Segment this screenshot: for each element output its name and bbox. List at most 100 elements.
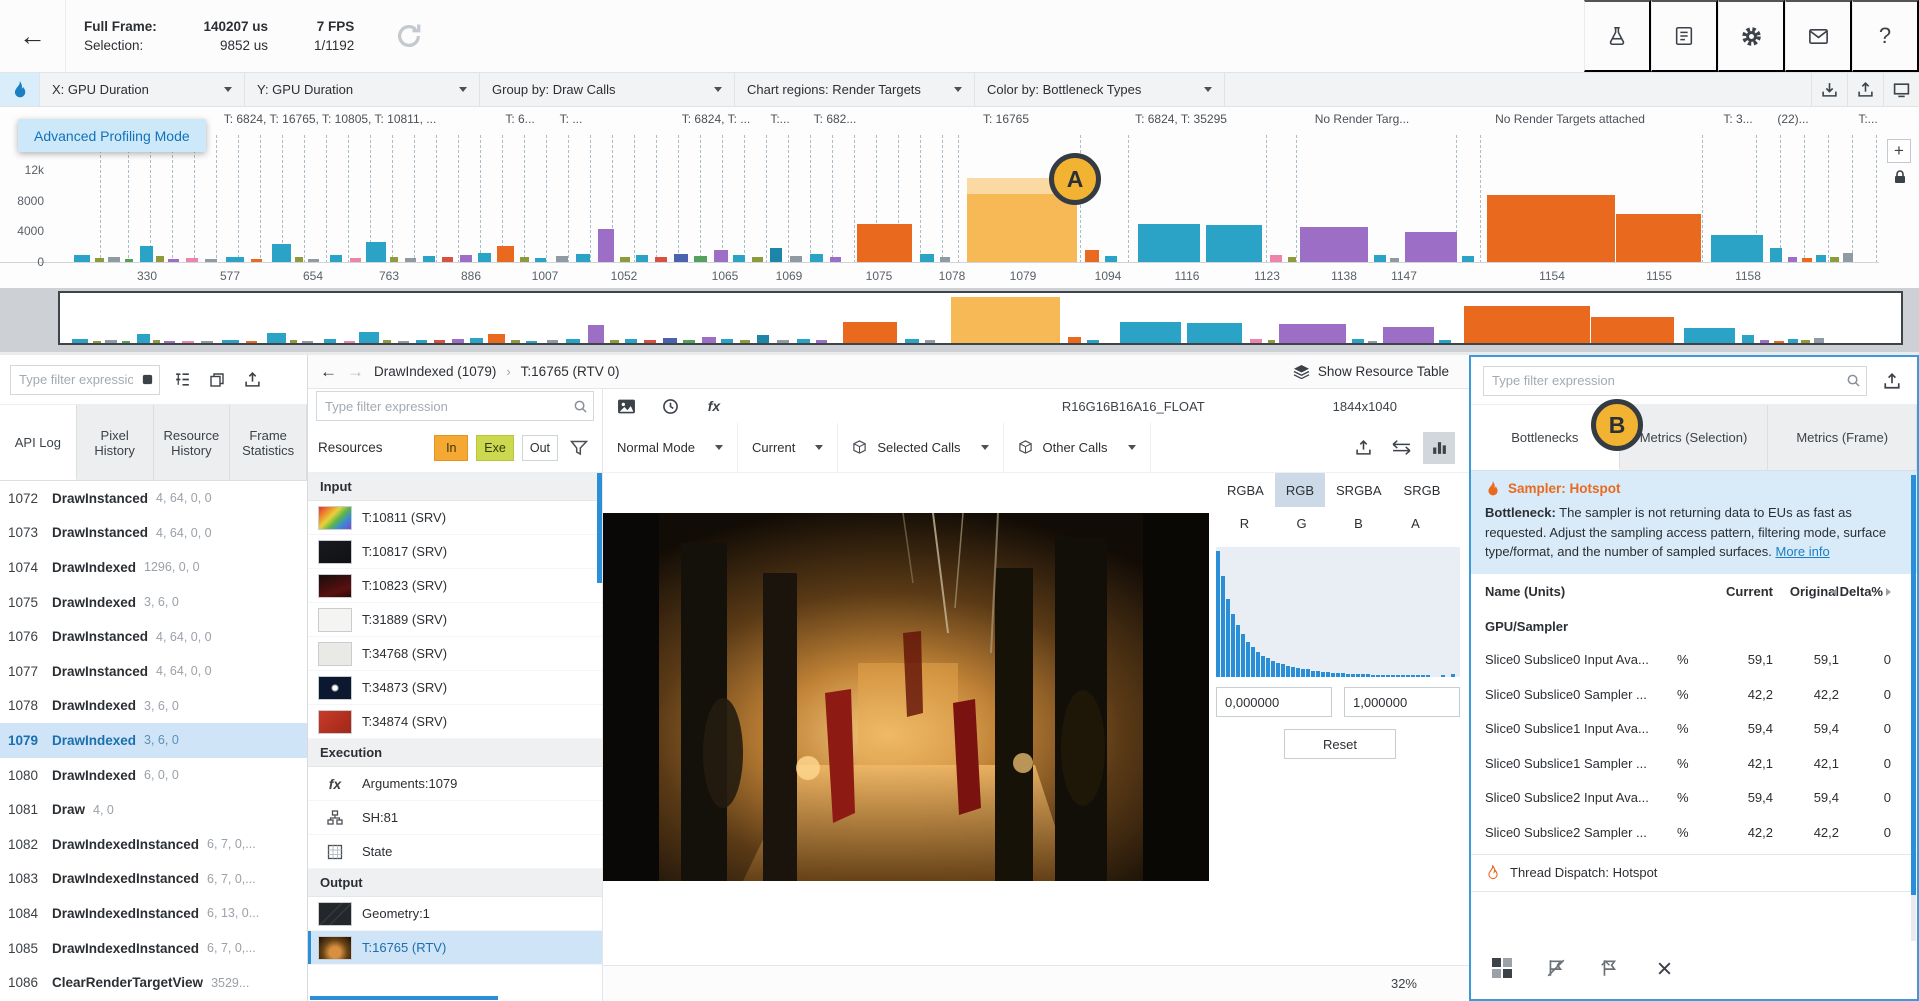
chart-bar[interactable] [733,255,745,262]
api-log-row[interactable]: 1072DrawInstanced4, 64, 0, 0 [0,481,307,516]
channel-a[interactable]: A [1387,507,1444,539]
breadcrumb-target[interactable]: T:16765 (RTV 0) [521,364,620,379]
api-log-row[interactable]: 1082DrawIndexedInstanced6, 7, 0,... [0,827,307,862]
chart-bar[interactable] [442,257,453,262]
more-info-link[interactable]: More info [1775,544,1829,559]
metric-row[interactable]: Slice0 Subslice0 Sampler ...%42,242,20 [1471,677,1917,712]
filter-funnel-icon[interactable] [566,435,592,461]
api-log-row[interactable]: 1080DrawIndexed6, 0, 0 [0,758,307,793]
metric-row[interactable]: Slice0 Subslice0 Input Ava...%59,159,10 [1471,643,1917,678]
copy-icon[interactable] [204,367,230,393]
chart-bar[interactable] [95,258,104,262]
resource-item[interactable]: fxArguments:1079 [308,767,602,801]
chart-bar[interactable] [478,253,491,262]
chart-bar[interactable] [226,257,244,262]
col-delta[interactable]: Delta% [1839,584,1891,599]
chart-bar[interactable] [857,224,912,262]
chart-bar[interactable] [576,254,590,262]
channel-r[interactable]: R [1216,507,1273,539]
chart-bar[interactable] [1487,195,1615,262]
chart-bar[interactable] [714,250,728,262]
chart-bar[interactable] [1405,232,1457,262]
chart-bar[interactable] [1138,224,1200,262]
api-log-row[interactable]: 1085DrawIndexedInstanced6, 7, 0,... [0,931,307,966]
chart-bar[interactable] [1788,257,1797,262]
color-by-dropdown[interactable]: Color by: Bottleneck Types [975,73,1225,106]
chart-bar[interactable] [140,246,153,262]
experiments-icon[interactable] [1584,0,1651,72]
y-axis-dropdown[interactable]: Y: GPU Duration [245,73,480,106]
chart-bar[interactable] [405,258,416,262]
thread-dispatch-hotspot[interactable]: Thread Dispatch: Hotspot [1471,854,1917,892]
resource-item[interactable]: T:34768 (SRV) [308,637,602,671]
overlay-compare-icon[interactable] [1385,432,1417,464]
chart-bar[interactable] [308,259,319,262]
col-name[interactable]: Name (Units) [1485,584,1677,599]
render-target-viewport[interactable] [603,473,1212,965]
tab-rgb[interactable]: RGB [1275,473,1325,507]
chart-bar[interactable] [535,258,546,262]
chart-bar[interactable] [390,257,398,262]
resource-item[interactable]: T:31889 (SRV) [308,603,602,637]
other-calls-dropdown[interactable]: Other Calls [1004,423,1151,472]
revision-dropdown[interactable]: Current [738,423,838,472]
api-log-row[interactable]: 1081Draw4, 0 [0,792,307,827]
chart-bar[interactable] [1462,256,1474,262]
chart-bar[interactable] [295,257,303,262]
group-by-dropdown[interactable]: Group by: Draw Calls [480,73,735,106]
timeline-bar-chart[interactable]: T: 6824, T: 16765, T: 10805, T: 10811, .… [0,107,1919,288]
tree-view-icon[interactable] [169,367,195,393]
export-icon[interactable] [1847,73,1883,106]
chart-bar[interactable] [423,256,435,262]
settings-gear-icon[interactable] [1718,0,1785,72]
capture-screen-icon[interactable] [1883,73,1919,106]
toggle-out[interactable]: Out [522,435,558,461]
api-log-row[interactable]: 1073DrawInstanced4, 64, 0, 0 [0,516,307,551]
chart-bar[interactable] [366,242,386,262]
histogram-toggle-icon[interactable] [1423,432,1455,464]
show-resource-table-button[interactable]: Show Resource Table [1293,364,1457,379]
x-axis-dropdown[interactable]: X: GPU Duration [40,73,245,106]
chart-bar[interactable] [1270,255,1282,262]
resources-filter-input[interactable] [316,391,594,421]
chart-bar[interactable] [272,244,291,262]
metric-row[interactable]: Slice0 Subslice2 Input Ava...%59,459,40 [1471,781,1917,816]
chart-regions-dropdown[interactable]: Chart regions: Render Targets [735,73,975,106]
chart-bar[interactable] [1206,225,1262,262]
minimap-viewport[interactable] [58,291,1903,345]
metrics-filter-input[interactable] [1483,366,1867,396]
chart-bar[interactable] [1770,248,1782,262]
tab-frame-statistics[interactable]: Frame Statistics [230,405,307,480]
chart-bar[interactable] [1843,253,1853,262]
chart-bar[interactable] [830,257,841,262]
chart-bar[interactable] [251,259,262,262]
chart-bar[interactable] [636,255,648,262]
resource-item[interactable]: T:10817 (SRV) [308,535,602,569]
import-icon[interactable] [1811,73,1847,106]
api-log-row[interactable]: 1076DrawInstanced4, 64, 0, 0 [0,619,307,654]
advanced-profiling-flame-icon[interactable] [0,73,40,106]
chart-bar[interactable] [168,259,179,262]
resource-item[interactable]: T:16765 (RTV) [308,931,602,965]
metric-row[interactable]: Slice0 Subslice1 Input Ava...%59,459,40 [1471,712,1917,747]
chart-bar[interactable] [74,255,90,262]
api-log-row[interactable]: 1086ClearRenderTargetView3529... [0,965,307,1000]
resource-item[interactable]: T:10823 (SRV) [308,569,602,603]
flag-off-icon[interactable] [1543,955,1569,981]
channel-g[interactable]: G [1273,507,1330,539]
range-min-input[interactable]: 0,000000 [1216,687,1332,717]
vertical-scrollbar[interactable] [1911,475,1916,941]
lock-icon[interactable] [1892,169,1908,185]
channel-b[interactable]: B [1330,507,1387,539]
chart-bar[interactable] [1390,258,1399,262]
metric-row[interactable]: Slice0 Subslice1 Sampler ...%42,142,10 [1471,746,1917,781]
col-current[interactable]: Current [1711,584,1773,599]
chart-bar[interactable] [752,257,763,262]
export-metrics-icon[interactable] [1879,368,1905,394]
breadcrumb-call[interactable]: DrawIndexed (1079) [374,364,496,379]
resource-item[interactable]: State [308,835,602,869]
chart-bar[interactable] [1105,256,1117,262]
chart-bar[interactable] [598,229,614,262]
help-icon[interactable]: ? [1852,0,1919,72]
chart-bar[interactable] [920,254,934,262]
